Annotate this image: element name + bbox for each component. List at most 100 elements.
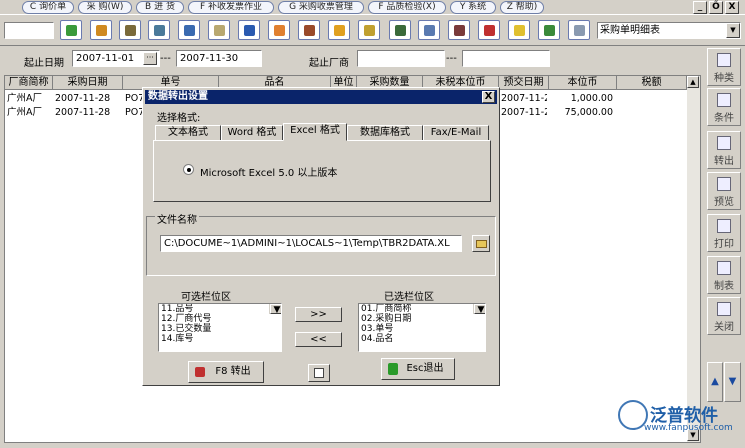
close-button[interactable]: X bbox=[725, 1, 739, 14]
print-button[interactable]: 打印 bbox=[707, 214, 741, 252]
bell-icon[interactable] bbox=[508, 20, 530, 40]
scroll-down-icon[interactable]: ▼ bbox=[270, 304, 281, 315]
list-item[interactable]: 12.厂商代号 bbox=[159, 314, 281, 324]
menu-quality[interactable]: F 品质检验(X) bbox=[368, 1, 446, 14]
table-cell[interactable]: 2007-11-28 bbox=[53, 106, 123, 120]
list-item[interactable]: 03.单号 bbox=[359, 324, 485, 334]
exit-button[interactable]: Esc退出 bbox=[381, 358, 455, 380]
book2-icon[interactable] bbox=[208, 20, 230, 40]
selected-scrollbar[interactable]: ▲ ▼ bbox=[473, 304, 485, 315]
dialog-title-bar[interactable]: 数据转出设置 X bbox=[145, 90, 497, 104]
selected-fields-list[interactable]: 01.厂商简称 02.采购日期 03.单号 04.品名 ▲ ▼ bbox=[358, 303, 486, 352]
menu-purchase[interactable]: 采 购(W) bbox=[78, 1, 132, 14]
table-cell[interactable]: 75,000.00 bbox=[549, 106, 613, 120]
preview-button[interactable]: 预览 bbox=[707, 172, 741, 210]
book-icon[interactable] bbox=[178, 20, 200, 40]
save-settings-button[interactable] bbox=[308, 364, 330, 382]
list-item[interactable]: 11.品号 bbox=[159, 304, 281, 314]
add-field-button[interactable]: >> bbox=[295, 307, 342, 322]
col-header[interactable]: 税额 bbox=[617, 76, 687, 90]
menu-receiving[interactable]: B 进 货 bbox=[136, 1, 184, 14]
paint-icon[interactable] bbox=[268, 20, 290, 40]
tab-word[interactable]: Word 格式 bbox=[221, 125, 283, 141]
available-fields-label: 可选栏位区 bbox=[181, 292, 231, 303]
vendor-to-input[interactable] bbox=[462, 50, 550, 67]
table-cell[interactable]: 2007-11-28 bbox=[53, 92, 123, 106]
copy-icon[interactable] bbox=[418, 20, 440, 40]
dialog-close-icon[interactable]: X bbox=[482, 91, 495, 103]
category-button[interactable]: 种类 bbox=[707, 48, 741, 86]
col-header[interactable]: 本位币 bbox=[549, 76, 617, 90]
calc-icon[interactable] bbox=[389, 20, 411, 40]
list-item[interactable]: 14.库号 bbox=[159, 334, 281, 344]
export-side-button[interactable]: 转出 bbox=[707, 131, 741, 169]
excel-option-radio[interactable] bbox=[183, 164, 194, 175]
export-button[interactable]: F8 转出 bbox=[188, 361, 264, 383]
menu-invoice[interactable]: F 补收发票作业 bbox=[188, 1, 274, 14]
window-icon[interactable] bbox=[568, 20, 590, 40]
chevron-down-icon[interactable]: ▼ bbox=[726, 23, 740, 38]
tab-fax-email[interactable]: Fax/E-Mail bbox=[423, 125, 489, 141]
excel-option-label[interactable]: Microsoft Excel 5.0 以上版本 bbox=[200, 164, 337, 179]
tab-panel: Microsoft Excel 5.0 以上版本 bbox=[153, 140, 491, 202]
list-item[interactable]: 13.已交数量 bbox=[159, 324, 281, 334]
menu-inquiry[interactable]: C 询价单 bbox=[22, 1, 74, 14]
table-cell[interactable]: 广州A厂 bbox=[5, 92, 53, 106]
scroll-up-icon[interactable]: ▲ bbox=[687, 76, 699, 88]
vendor-from-input[interactable] bbox=[357, 50, 445, 67]
export-dialog: 数据转出设置 X 选择格式: 文本格式 Word 格式 Excel 格式 数据库… bbox=[142, 87, 500, 386]
available-fields-list[interactable]: 11.品号 12.厂商代号 13.已交数量 14.库号 ▲ ▼ bbox=[158, 303, 282, 352]
refresh-icon[interactable] bbox=[60, 20, 82, 40]
table-cell[interactable]: 2007-11-2 bbox=[499, 92, 547, 106]
table-cell[interactable]: 广州A厂 bbox=[5, 106, 53, 120]
list-item[interactable]: 02.采购日期 bbox=[359, 314, 485, 324]
vendor-separator: --- bbox=[446, 53, 457, 64]
radio-dot-icon bbox=[187, 168, 191, 172]
menu-system[interactable]: Y 系统 bbox=[450, 1, 496, 14]
scroll-up-side-icon[interactable]: ▲ bbox=[707, 362, 723, 402]
col-header[interactable]: 采购日期 bbox=[53, 76, 123, 90]
export-icon[interactable] bbox=[119, 20, 141, 40]
report-select[interactable]: 采购单明细表 ▼ bbox=[597, 22, 741, 39]
export-btn-icon bbox=[195, 367, 205, 377]
exit-icon[interactable] bbox=[538, 20, 560, 40]
date-picker-button[interactable]: ··· bbox=[143, 52, 157, 65]
remove-field-button[interactable]: << bbox=[295, 332, 342, 347]
date-to-input[interactable]: 2007-11-30 bbox=[176, 50, 262, 67]
tab-text[interactable]: 文本格式 bbox=[155, 125, 221, 141]
transfer-icon[interactable] bbox=[328, 20, 350, 40]
tab-excel[interactable]: Excel 格式 bbox=[283, 123, 347, 141]
scroll-down-icon[interactable]: ▼ bbox=[474, 304, 485, 315]
tabulate-button[interactable]: 制表 bbox=[707, 256, 741, 294]
condition-button[interactable]: 条件 bbox=[707, 88, 741, 126]
view-icon[interactable] bbox=[148, 20, 170, 40]
hand-icon[interactable] bbox=[358, 20, 380, 40]
minimize-button[interactable]: _ bbox=[693, 1, 707, 14]
menu-receipt[interactable]: G 采购收票管理 bbox=[278, 1, 364, 14]
restore-button[interactable]: Ő bbox=[709, 1, 723, 14]
query-icon[interactable] bbox=[90, 20, 112, 40]
available-scrollbar[interactable]: ▲ ▼ bbox=[269, 304, 281, 315]
toolbar-input[interactable] bbox=[4, 22, 54, 39]
list-item[interactable]: 04.品名 bbox=[359, 334, 485, 344]
list-item[interactable]: 01.厂商简称 bbox=[359, 304, 485, 314]
close-side-button[interactable]: 关闭 bbox=[707, 297, 741, 335]
col-header[interactable]: 预交日期 bbox=[499, 76, 549, 90]
print-icon[interactable] bbox=[298, 20, 320, 40]
table-cell[interactable]: 2007-11-2 bbox=[499, 106, 547, 120]
scroll-down-side-icon[interactable]: ▼ bbox=[724, 362, 741, 402]
col-header[interactable]: 厂商简称 bbox=[5, 76, 53, 90]
exit-button-label: Esc退出 bbox=[406, 363, 444, 374]
vendor-range-label: 起止厂商 bbox=[309, 58, 349, 69]
globe-icon[interactable] bbox=[478, 20, 500, 40]
file-path-input[interactable]: C:\DOCUME~1\ADMINI~1\LOCALS~1\Temp\TBR2D… bbox=[160, 235, 462, 252]
screen-icon[interactable] bbox=[238, 20, 260, 40]
tab-database[interactable]: 数据库格式 bbox=[347, 125, 423, 141]
browse-folder-button[interactable] bbox=[472, 235, 490, 252]
cut-icon[interactable] bbox=[448, 20, 470, 40]
menu-help[interactable]: Z 帮助) bbox=[500, 1, 544, 14]
export-button-label: F8 转出 bbox=[215, 366, 251, 377]
brand-url: www.fanpusoft.com bbox=[644, 423, 733, 433]
table-cell[interactable]: 1,000.00 bbox=[549, 92, 613, 106]
grid-scrollbar[interactable]: ▲ ▼ bbox=[687, 76, 700, 442]
